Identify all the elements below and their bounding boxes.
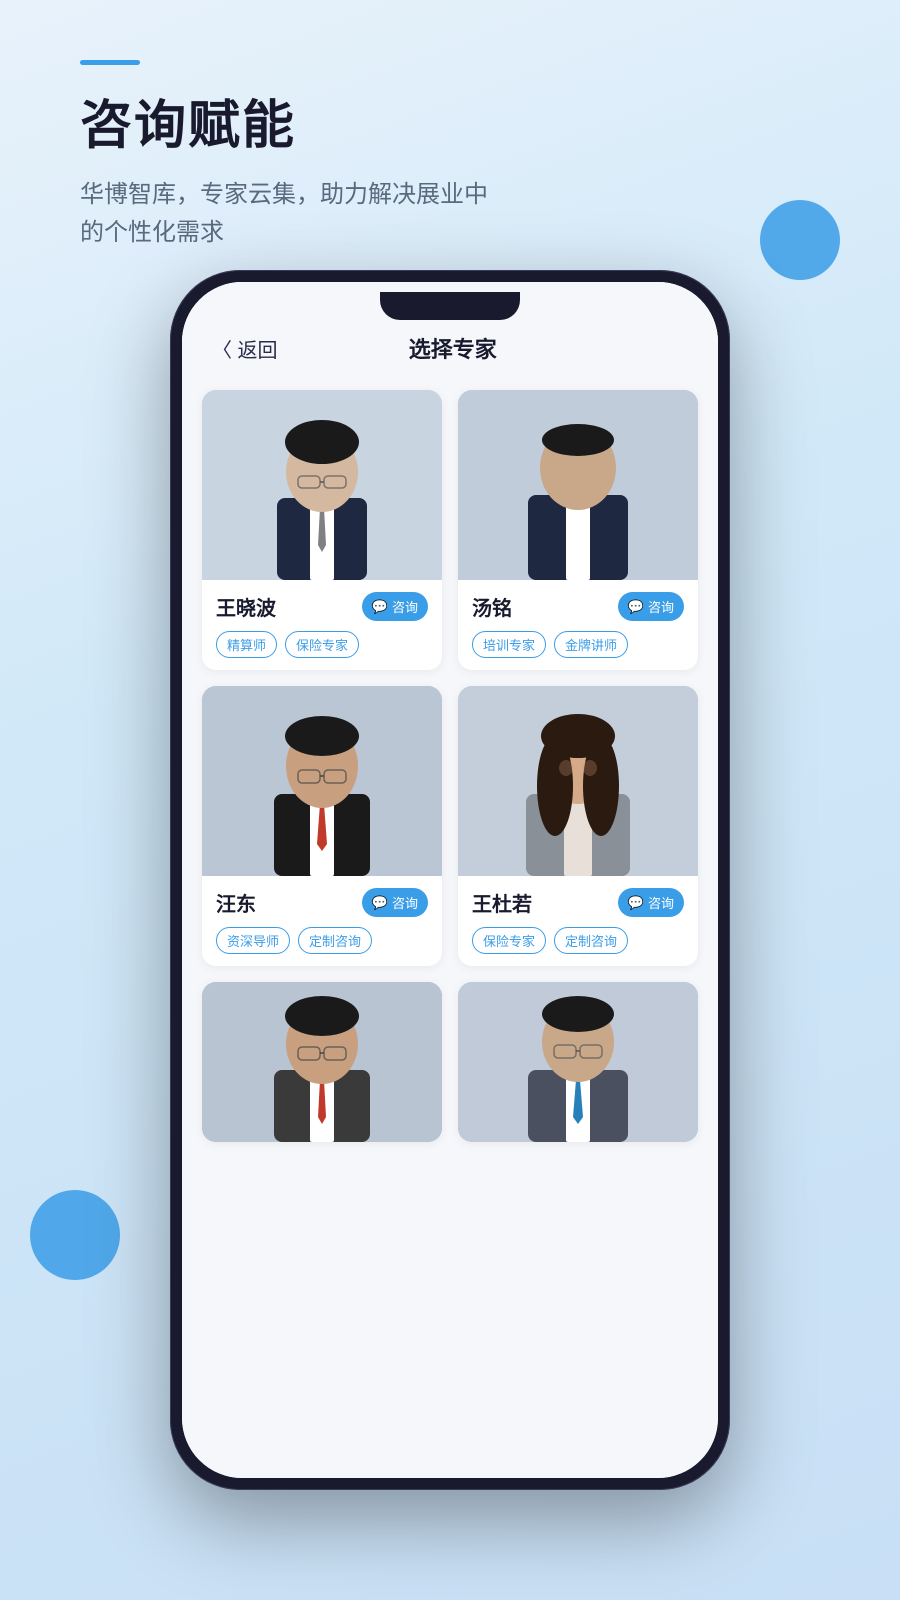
expert-tags-2: 培训专家 金牌讲师: [472, 631, 684, 658]
tag-2-2: 金牌讲师: [554, 631, 628, 658]
phone-mockup: 〈 返回 选择专家: [170, 270, 730, 1490]
chat-icon-2: 💬: [628, 599, 644, 615]
tag-1-2: 保险专家: [285, 631, 359, 658]
expert-card-2: 汤铭 💬 咨询 培训专家 金牌讲师: [458, 390, 698, 670]
consult-btn-4[interactable]: 💬 咨询: [618, 888, 684, 917]
consult-label-2: 咨询: [648, 597, 674, 616]
expert-photo-3: [202, 686, 442, 876]
expert-photo-2: [458, 390, 698, 580]
expert-info-1: 王晓波 💬 咨询 精算师 保险专家: [202, 580, 442, 670]
page-title: 咨询赋能: [80, 83, 820, 158]
expert-name-4: 王杜若: [472, 888, 532, 917]
expert-info-3: 汪东 💬 咨询 资深导师 定制咨询: [202, 876, 442, 966]
expert-card-1: 王晓波 💬 咨询 精算师 保险专家: [202, 390, 442, 670]
expert-photo-1: [202, 390, 442, 580]
chat-icon-1: 💬: [372, 599, 388, 615]
expert-photo-5: [202, 982, 442, 1142]
expert-info-4: 王杜若 💬 咨询 保险专家 定制咨询: [458, 876, 698, 966]
page-subtitle: 华博智库，专家云集，助力解决展业中的个性化需求: [80, 176, 500, 253]
tag-2-1: 培训专家: [472, 631, 546, 658]
decoration-circle-top-right: [760, 200, 840, 280]
back-button[interactable]: 〈 返回: [212, 334, 278, 363]
tag-3-1: 资深导师: [216, 927, 290, 954]
consult-btn-3[interactable]: 💬 咨询: [362, 888, 428, 917]
phone-notch: [380, 292, 520, 320]
expert-card-3: 汪东 💬 咨询 资深导师 定制咨询: [202, 686, 442, 966]
tag-3-2: 定制咨询: [298, 927, 372, 954]
consult-label-3: 咨询: [392, 893, 418, 912]
expert-photo-4: [458, 686, 698, 876]
expert-card-4: 王杜若 💬 咨询 保险专家 定制咨询: [458, 686, 698, 966]
expert-card-5: [202, 982, 442, 1142]
expert-name-3: 汪东: [216, 888, 256, 917]
topbar-title: 选择专家: [409, 332, 497, 364]
expert-card-6: [458, 982, 698, 1142]
decoration-circle-bottom-left: [30, 1190, 120, 1280]
chat-icon-3: 💬: [372, 895, 388, 911]
tag-4-1: 保险专家: [472, 927, 546, 954]
tag-1-1: 精算师: [216, 631, 277, 658]
expert-info-2: 汤铭 💬 咨询 培训专家 金牌讲师: [458, 580, 698, 670]
accent-line: [80, 60, 140, 65]
expert-name-2: 汤铭: [472, 592, 512, 621]
expert-photo-6: [458, 982, 698, 1142]
expert-tags-1: 精算师 保险专家: [216, 631, 428, 658]
tag-4-2: 定制咨询: [554, 927, 628, 954]
consult-label-4: 咨询: [648, 893, 674, 912]
chat-icon-4: 💬: [628, 895, 644, 911]
expert-name-1: 王晓波: [216, 592, 276, 621]
consult-label-1: 咨询: [392, 597, 418, 616]
expert-tags-3: 资深导师 定制咨询: [216, 927, 428, 954]
consult-btn-1[interactable]: 💬 咨询: [362, 592, 428, 621]
consult-btn-2[interactable]: 💬 咨询: [618, 592, 684, 621]
expert-tags-4: 保险专家 定制咨询: [472, 927, 684, 954]
experts-grid: 王晓波 💬 咨询 精算师 保险专家: [182, 382, 718, 1162]
